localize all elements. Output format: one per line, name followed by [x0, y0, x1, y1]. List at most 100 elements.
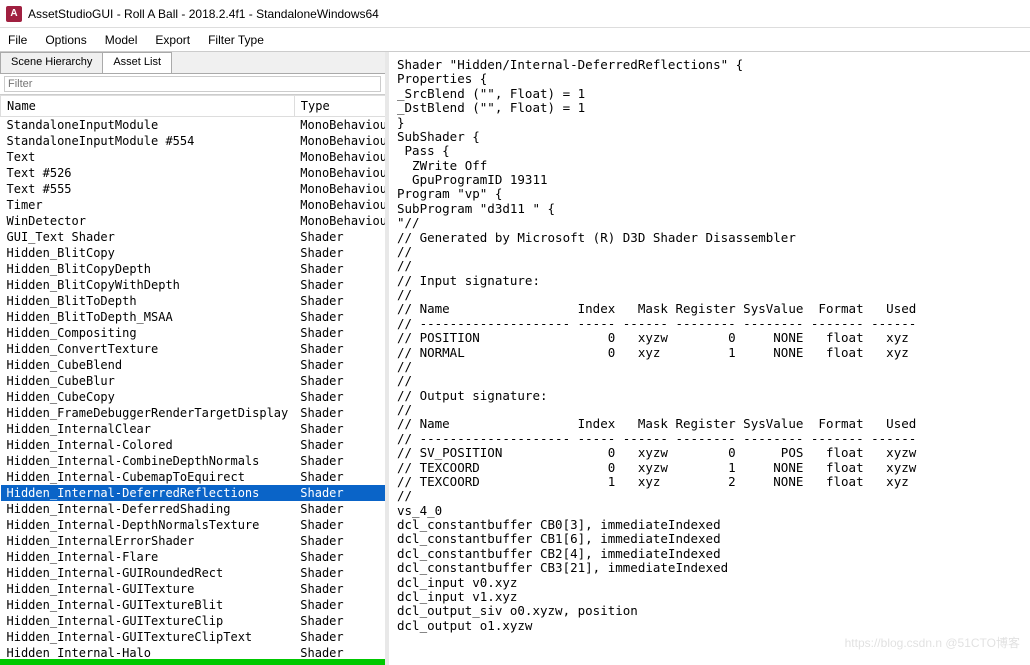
tab-asset-list[interactable]: Asset List — [102, 52, 172, 73]
cell-type: Shader — [294, 229, 385, 245]
table-row[interactable]: Hidden_Internal-GUITextureClipTextShader… — [1, 629, 386, 645]
cell-type: MonoBehaviour — [294, 165, 385, 181]
table-row[interactable]: Hidden_Internal-CombineDepthNormalsShade… — [1, 453, 386, 469]
cell-type: Shader — [294, 597, 385, 613]
cell-name: Hidden_Internal-CubemapToEquirect — [1, 469, 295, 485]
cell-type: Shader — [294, 309, 385, 325]
table-row[interactable]: Text #555MonoBehaviour268 — [1, 181, 386, 197]
cell-name: Hidden_FrameDebuggerRenderTargetDisplay — [1, 405, 295, 421]
titlebar: A AssetStudioGUI - Roll A Ball - 2018.2.… — [0, 0, 1030, 28]
cell-type: Shader — [294, 325, 385, 341]
table-row[interactable]: Hidden_CubeCopyShader5540 — [1, 389, 386, 405]
table-row[interactable]: Hidden_ConvertTextureShader3396 — [1, 341, 386, 357]
cell-type: Shader — [294, 437, 385, 453]
cell-type: MonoBehaviour — [294, 213, 385, 229]
cell-name: WinDetector — [1, 213, 295, 229]
cell-name: Hidden_Internal-GUITextureBlit — [1, 597, 295, 613]
table-row[interactable]: Hidden_Internal-ColoredShader15052 — [1, 437, 386, 453]
asset-table-wrap[interactable]: Name Type Size StandaloneInputModuleMono… — [0, 95, 385, 659]
table-row[interactable]: Hidden_Internal-GUIRoundedRectShader7652 — [1, 565, 386, 581]
table-row[interactable]: Hidden_Internal-GUITextureShader5686 — [1, 581, 386, 597]
table-row[interactable]: Hidden_Internal-DepthNormalsTextureShade… — [1, 517, 386, 533]
menu-options[interactable]: Options — [45, 33, 86, 47]
cell-name: Hidden_Internal-GUITextureClipText — [1, 629, 295, 645]
cell-type: Shader — [294, 629, 385, 645]
status-bar — [0, 659, 385, 665]
table-row[interactable]: Hidden_CubeBlendShader6184 — [1, 357, 386, 373]
table-row[interactable]: Hidden_CubeBlurShader7860 — [1, 373, 386, 389]
cell-type: Shader — [294, 261, 385, 277]
cell-type: Shader — [294, 421, 385, 437]
table-row[interactable]: Hidden_Internal-DeferredReflectionsShade… — [1, 485, 386, 501]
cell-name: Hidden_BlitToDepth_MSAA — [1, 309, 295, 325]
window-title: AssetStudioGUI - Roll A Ball - 2018.2.4f… — [28, 7, 379, 21]
cell-type: MonoBehaviour — [294, 133, 385, 149]
cell-type: Shader — [294, 485, 385, 501]
cell-type: Shader — [294, 341, 385, 357]
left-panel: Scene Hierarchy Asset List Name Type Siz… — [0, 52, 389, 665]
menu-filter-type[interactable]: Filter Type — [208, 33, 264, 47]
table-row[interactable]: Hidden_Internal-GUITextureClipShader6352 — [1, 613, 386, 629]
cell-type: MonoBehaviour — [294, 117, 385, 134]
cell-type: Shader — [294, 277, 385, 293]
table-row[interactable]: Hidden_FrameDebuggerRenderTargetDisplayS… — [1, 405, 386, 421]
table-row[interactable]: Hidden_Internal-FlareShader3236 — [1, 549, 386, 565]
cell-name: Hidden_Internal-Colored — [1, 437, 295, 453]
cell-name: Hidden_ConvertTexture — [1, 341, 295, 357]
cell-type: Shader — [294, 453, 385, 469]
filter-input[interactable] — [4, 76, 381, 92]
table-row[interactable]: Hidden_BlitToDepthShader3280 — [1, 293, 386, 309]
code-view[interactable]: Shader "Hidden/Internal-DeferredReflecti… — [389, 52, 1030, 665]
app-icon: A — [6, 6, 22, 22]
right-panel: Shader "Hidden/Internal-DeferredReflecti… — [389, 52, 1030, 665]
cell-name: Hidden_CubeBlend — [1, 357, 295, 373]
table-row[interactable]: StandaloneInputModule #554MonoBehaviour9… — [1, 133, 386, 149]
content: Scene Hierarchy Asset List Name Type Siz… — [0, 52, 1030, 665]
cell-type: Shader — [294, 245, 385, 261]
cell-type: Shader — [294, 645, 385, 659]
menu-model[interactable]: Model — [105, 33, 138, 47]
col-header-name[interactable]: Name — [1, 96, 295, 117]
cell-name: Hidden_CubeBlur — [1, 373, 295, 389]
cell-name: Hidden_BlitCopy — [1, 245, 295, 261]
table-row[interactable]: TextMonoBehaviour264 — [1, 149, 386, 165]
cell-name: Hidden_Compositing — [1, 325, 295, 341]
table-row[interactable]: Hidden_BlitCopyShader3312 — [1, 245, 386, 261]
cell-name: Hidden_Internal-DepthNormalsTexture — [1, 517, 295, 533]
menubar: File Options Model Export Filter Type — [0, 28, 1030, 52]
col-header-type[interactable]: Type — [294, 96, 385, 117]
table-row[interactable]: Hidden_InternalErrorShaderShader13704 — [1, 533, 386, 549]
table-row[interactable]: StandaloneInputModuleMonoBehaviour96 — [1, 117, 386, 134]
table-row[interactable]: Hidden_Internal-GUITextureBlitShader6348 — [1, 597, 386, 613]
cell-name: Hidden_Internal-Flare — [1, 549, 295, 565]
table-row[interactable]: Text #526MonoBehaviour268 — [1, 165, 386, 181]
cell-name: StandaloneInputModule #554 — [1, 133, 295, 149]
cell-name: Hidden_Internal-DeferredReflections — [1, 485, 295, 501]
cell-type: MonoBehaviour — [294, 197, 385, 213]
cell-name: Hidden_Internal-GUIRoundedRect — [1, 565, 295, 581]
cell-type: Shader — [294, 357, 385, 373]
table-row[interactable]: Hidden_BlitToDepth_MSAAShader3336 — [1, 309, 386, 325]
table-row[interactable]: WinDetectorMonoBehaviour36 — [1, 213, 386, 229]
table-row[interactable]: GUI_Text ShaderShader16600 — [1, 229, 386, 245]
menu-file[interactable]: File — [8, 33, 27, 47]
tab-scene-hierarchy[interactable]: Scene Hierarchy — [0, 52, 103, 73]
menu-export[interactable]: Export — [155, 33, 190, 47]
cell-name: Hidden_Internal-DeferredShading — [1, 501, 295, 517]
table-row[interactable]: Hidden_BlitCopyWithDepthShader3416 — [1, 277, 386, 293]
cell-type: Shader — [294, 389, 385, 405]
cell-name: Hidden_Internal-GUITexture — [1, 581, 295, 597]
table-row[interactable]: TimerMonoBehaviour44 — [1, 197, 386, 213]
table-row[interactable]: Hidden_Internal-CubemapToEquirectShader3… — [1, 469, 386, 485]
cell-name: Hidden_CubeCopy — [1, 389, 295, 405]
cell-name: Hidden_BlitCopyDepth — [1, 261, 295, 277]
cell-name: Hidden_InternalErrorShader — [1, 533, 295, 549]
table-row[interactable]: Hidden_BlitCopyDepthShader3136 — [1, 261, 386, 277]
cell-name: Text #555 — [1, 181, 295, 197]
table-row[interactable]: Hidden_Internal-HaloShader3244 — [1, 645, 386, 659]
cell-type: Shader — [294, 581, 385, 597]
table-row[interactable]: Hidden_Internal-DeferredShadingShader335… — [1, 501, 386, 517]
table-row[interactable]: Hidden_InternalClearShader57568 — [1, 421, 386, 437]
cell-type: Shader — [294, 517, 385, 533]
table-row[interactable]: Hidden_CompositingShader3556 — [1, 325, 386, 341]
